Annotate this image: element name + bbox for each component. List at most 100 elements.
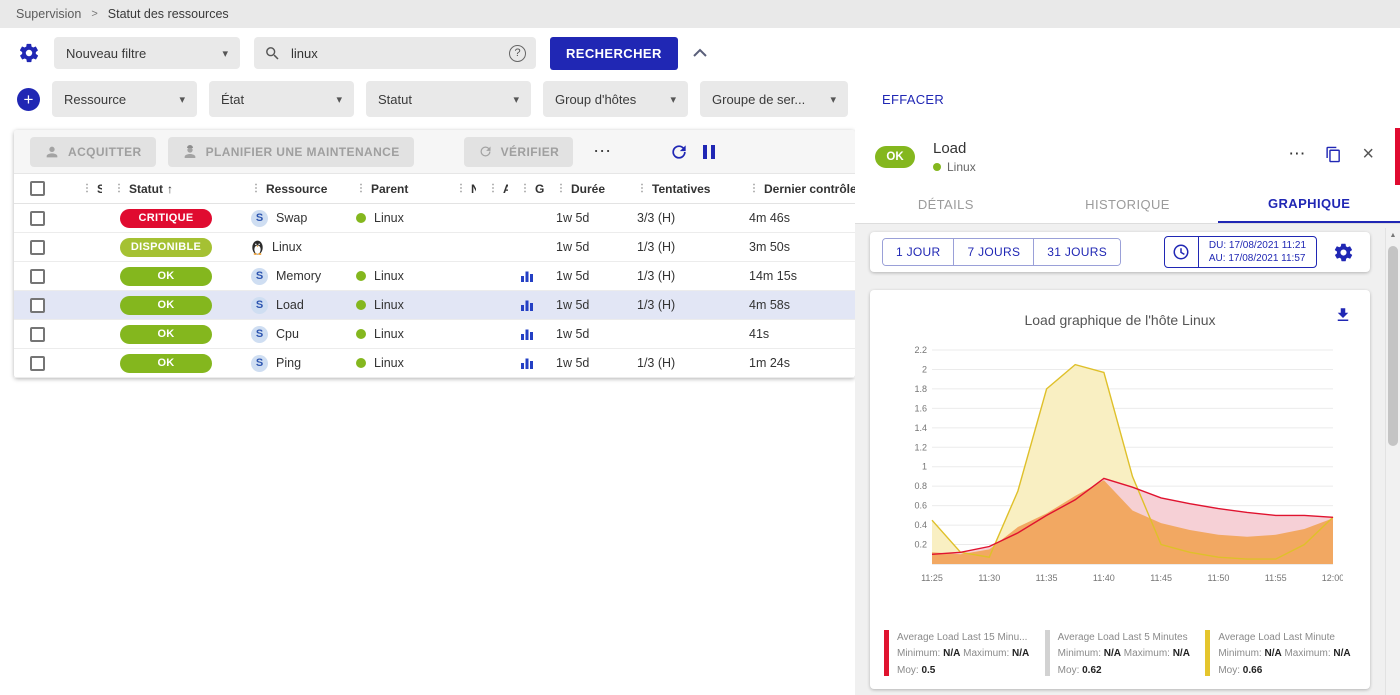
drag-handle-icon: ⋮ [251, 183, 261, 194]
column-header-ressource[interactable]: ⋮Ressource [239, 182, 344, 196]
legend-item-average-load-last-minute[interactable]: Average Load Last MinuteMinimum: N/A Max… [1205, 630, 1360, 680]
criteria-select-groupe-de-ser[interactable]: Groupe de ser...▾ [700, 81, 848, 117]
period-button-1-jour[interactable]: 1 JOUR [883, 239, 954, 265]
maintenance-button[interactable]: PLANIFIER UNE MAINTENANCE [168, 137, 414, 167]
tab-details[interactable]: DÉTAILS [855, 185, 1037, 223]
tries-cell: 3/3 (H) [625, 211, 737, 225]
period-button-7-jours[interactable]: 7 JOURS [954, 239, 1034, 265]
table-row-load[interactable]: OKSLoadLinux1w 5d1/3 (H)4m 58s [14, 291, 855, 320]
maintenance-icon [182, 144, 198, 160]
legend-swatch [1045, 630, 1050, 676]
period-group: 1 JOUR7 JOURS31 JOURS [882, 238, 1121, 266]
tab-historique[interactable]: HISTORIQUE [1037, 185, 1219, 223]
row-checkbox[interactable] [30, 240, 45, 255]
table-row-cpu[interactable]: OKSCpuLinux1w 5d41s [14, 320, 855, 349]
chevron-down-icon: ▾ [830, 93, 836, 106]
table-row-linux[interactable]: DISPONIBLELinux1w 5d1/3 (H)3m 50s [14, 233, 855, 262]
column-header-statut[interactable]: ⋮Statut↑ [102, 182, 239, 196]
search-button[interactable]: RECHERCHER [550, 37, 678, 70]
table-row-ping[interactable]: OKSPingLinux1w 5d1/3 (H)1m 24s [14, 349, 855, 378]
row-checkbox[interactable] [30, 269, 45, 284]
drag-handle-icon: ⋮ [114, 183, 124, 194]
period-button-31-jours[interactable]: 31 JOURS [1034, 239, 1120, 265]
column-header-duree[interactable]: ⋮Durée [544, 182, 625, 196]
column-header-n[interactable]: ⋮N [444, 182, 476, 196]
criteria-select-group-d-hotes[interactable]: Group d'hôtes▾ [543, 81, 688, 117]
saved-filter-select[interactable]: Nouveau filtre ▾ [54, 37, 240, 69]
select-all-checkbox[interactable] [30, 181, 45, 196]
search-input[interactable] [289, 45, 501, 62]
graph-settings-button[interactable] [1333, 242, 1354, 263]
chevron-down-icon: ▾ [336, 93, 342, 106]
column-header-s[interactable]: ⋮S [70, 182, 102, 196]
clock-button[interactable] [1165, 237, 1199, 267]
tab-graphique[interactable]: GRAPHIQUE [1218, 185, 1400, 223]
pause-refresh-button[interactable] [701, 143, 717, 161]
time-range-card: 1 JOUR7 JOURS31 JOURS DU: 17/08/2021 11:… [870, 232, 1370, 272]
panel-scrollbar[interactable]: ▲ [1385, 228, 1400, 695]
tries-cell: 1/3 (H) [625, 356, 737, 370]
criteria-select-ressource[interactable]: Ressource▾ [52, 81, 197, 117]
copy-icon [1325, 146, 1342, 163]
acknowledge-button[interactable]: ACQUITTER [30, 137, 156, 167]
row-checkbox[interactable] [30, 211, 45, 226]
panel-more-button[interactable]: ⋯ [1288, 144, 1305, 164]
close-panel-button[interactable]: × [1362, 144, 1374, 164]
column-label: Tentatives [652, 182, 710, 196]
maintenance-label: PLANIFIER UNE MAINTENANCE [206, 145, 400, 159]
row-checkbox[interactable] [30, 356, 45, 371]
panel-title: Load [933, 140, 976, 157]
criteria-row: + Ressource▾ État▾ Statut▾ Group d'hôtes▾ Gr… [0, 80, 950, 118]
filter-bar: Nouveau filtre ▾ ? RECHERCHER [0, 36, 708, 70]
legend-min-max: Minimum: N/A Maximum: N/A [1058, 646, 1190, 663]
status-badge: CRITIQUE [120, 209, 212, 228]
clear-filters-button[interactable]: EFFACER [876, 91, 950, 108]
row-checkbox[interactable] [30, 298, 45, 313]
copy-link-button[interactable] [1325, 146, 1342, 163]
parent-name: Linux [374, 356, 404, 370]
table-row-swap[interactable]: CRITIQUESSwapLinux1w 5d3/3 (H)4m 46s [14, 204, 855, 233]
breadcrumb-item-resource-status[interactable]: Statut des ressources [108, 7, 229, 21]
criteria-select-statut[interactable]: Statut▾ [366, 81, 531, 117]
svg-text:1: 1 [921, 462, 926, 472]
svg-text:11:45: 11:45 [1150, 573, 1172, 583]
add-criteria-button[interactable]: + [17, 88, 40, 111]
scrollbar-thumb[interactable] [1388, 246, 1398, 446]
column-label: G [535, 182, 544, 196]
help-icon[interactable]: ? [509, 45, 526, 62]
svg-text:1.8: 1.8 [914, 384, 927, 394]
column-header-a[interactable]: ⋮A [476, 182, 508, 196]
gear-icon [18, 42, 40, 64]
row-checkbox[interactable] [30, 327, 45, 342]
search-box[interactable]: ? [254, 37, 536, 69]
legend-item-average-load-last-15-minu[interactable]: Average Load Last 15 Minu...Minimum: N/A… [884, 630, 1039, 680]
graph-icon [520, 328, 534, 341]
column-header-dernier-controle[interactable]: ⋮Dernier contrôle [737, 182, 855, 196]
column-header-g[interactable]: ⋮G [508, 182, 544, 196]
last-check-cell: 1m 24s [737, 356, 855, 370]
collapse-filters-button[interactable] [692, 48, 708, 58]
service-icon: S [251, 297, 268, 314]
legend-min-max: Minimum: N/A Maximum: N/A [1218, 646, 1350, 663]
column-header-parent[interactable]: ⋮Parent [344, 182, 444, 196]
table-header: ⋮S⋮Statut↑⋮Ressource⋮Parent⋮N⋮A⋮G⋮Durée⋮… [14, 174, 855, 204]
svg-text:12:00: 12:00 [1321, 573, 1342, 583]
filters-gear-icon[interactable] [18, 42, 40, 64]
resource-name: Cpu [276, 327, 299, 341]
legend-item-average-load-last-5-minutes[interactable]: Average Load Last 5 MinutesMinimum: N/A … [1045, 630, 1200, 680]
legend-swatch [1205, 630, 1210, 676]
breadcrumb-item-supervision[interactable]: Supervision [16, 7, 81, 21]
export-graph-button[interactable] [1334, 306, 1352, 324]
check-button[interactable]: VÉRIFIER [464, 137, 574, 167]
more-actions-button[interactable]: ⋯ [585, 141, 619, 162]
table-row-memory[interactable]: OKSMemoryLinux1w 5d1/3 (H)14m 15s [14, 262, 855, 291]
chevron-down-icon: ▾ [513, 93, 519, 106]
date-range-picker[interactable]: DU: 17/08/2021 11:21 AU: 17/08/2021 11:5… [1164, 236, 1317, 268]
column-header-tentatives[interactable]: ⋮Tentatives [625, 182, 737, 196]
criteria-select-etat[interactable]: État▾ [209, 81, 354, 117]
acknowledge-label: ACQUITTER [68, 145, 142, 159]
refresh-button[interactable] [669, 142, 689, 162]
load-graph[interactable]: 0.20.40.60.811.21.41.61.822.211:2511:301… [898, 340, 1343, 588]
scroll-up-icon[interactable]: ▲ [1386, 228, 1400, 242]
duration-cell: 1w 5d [544, 356, 625, 370]
